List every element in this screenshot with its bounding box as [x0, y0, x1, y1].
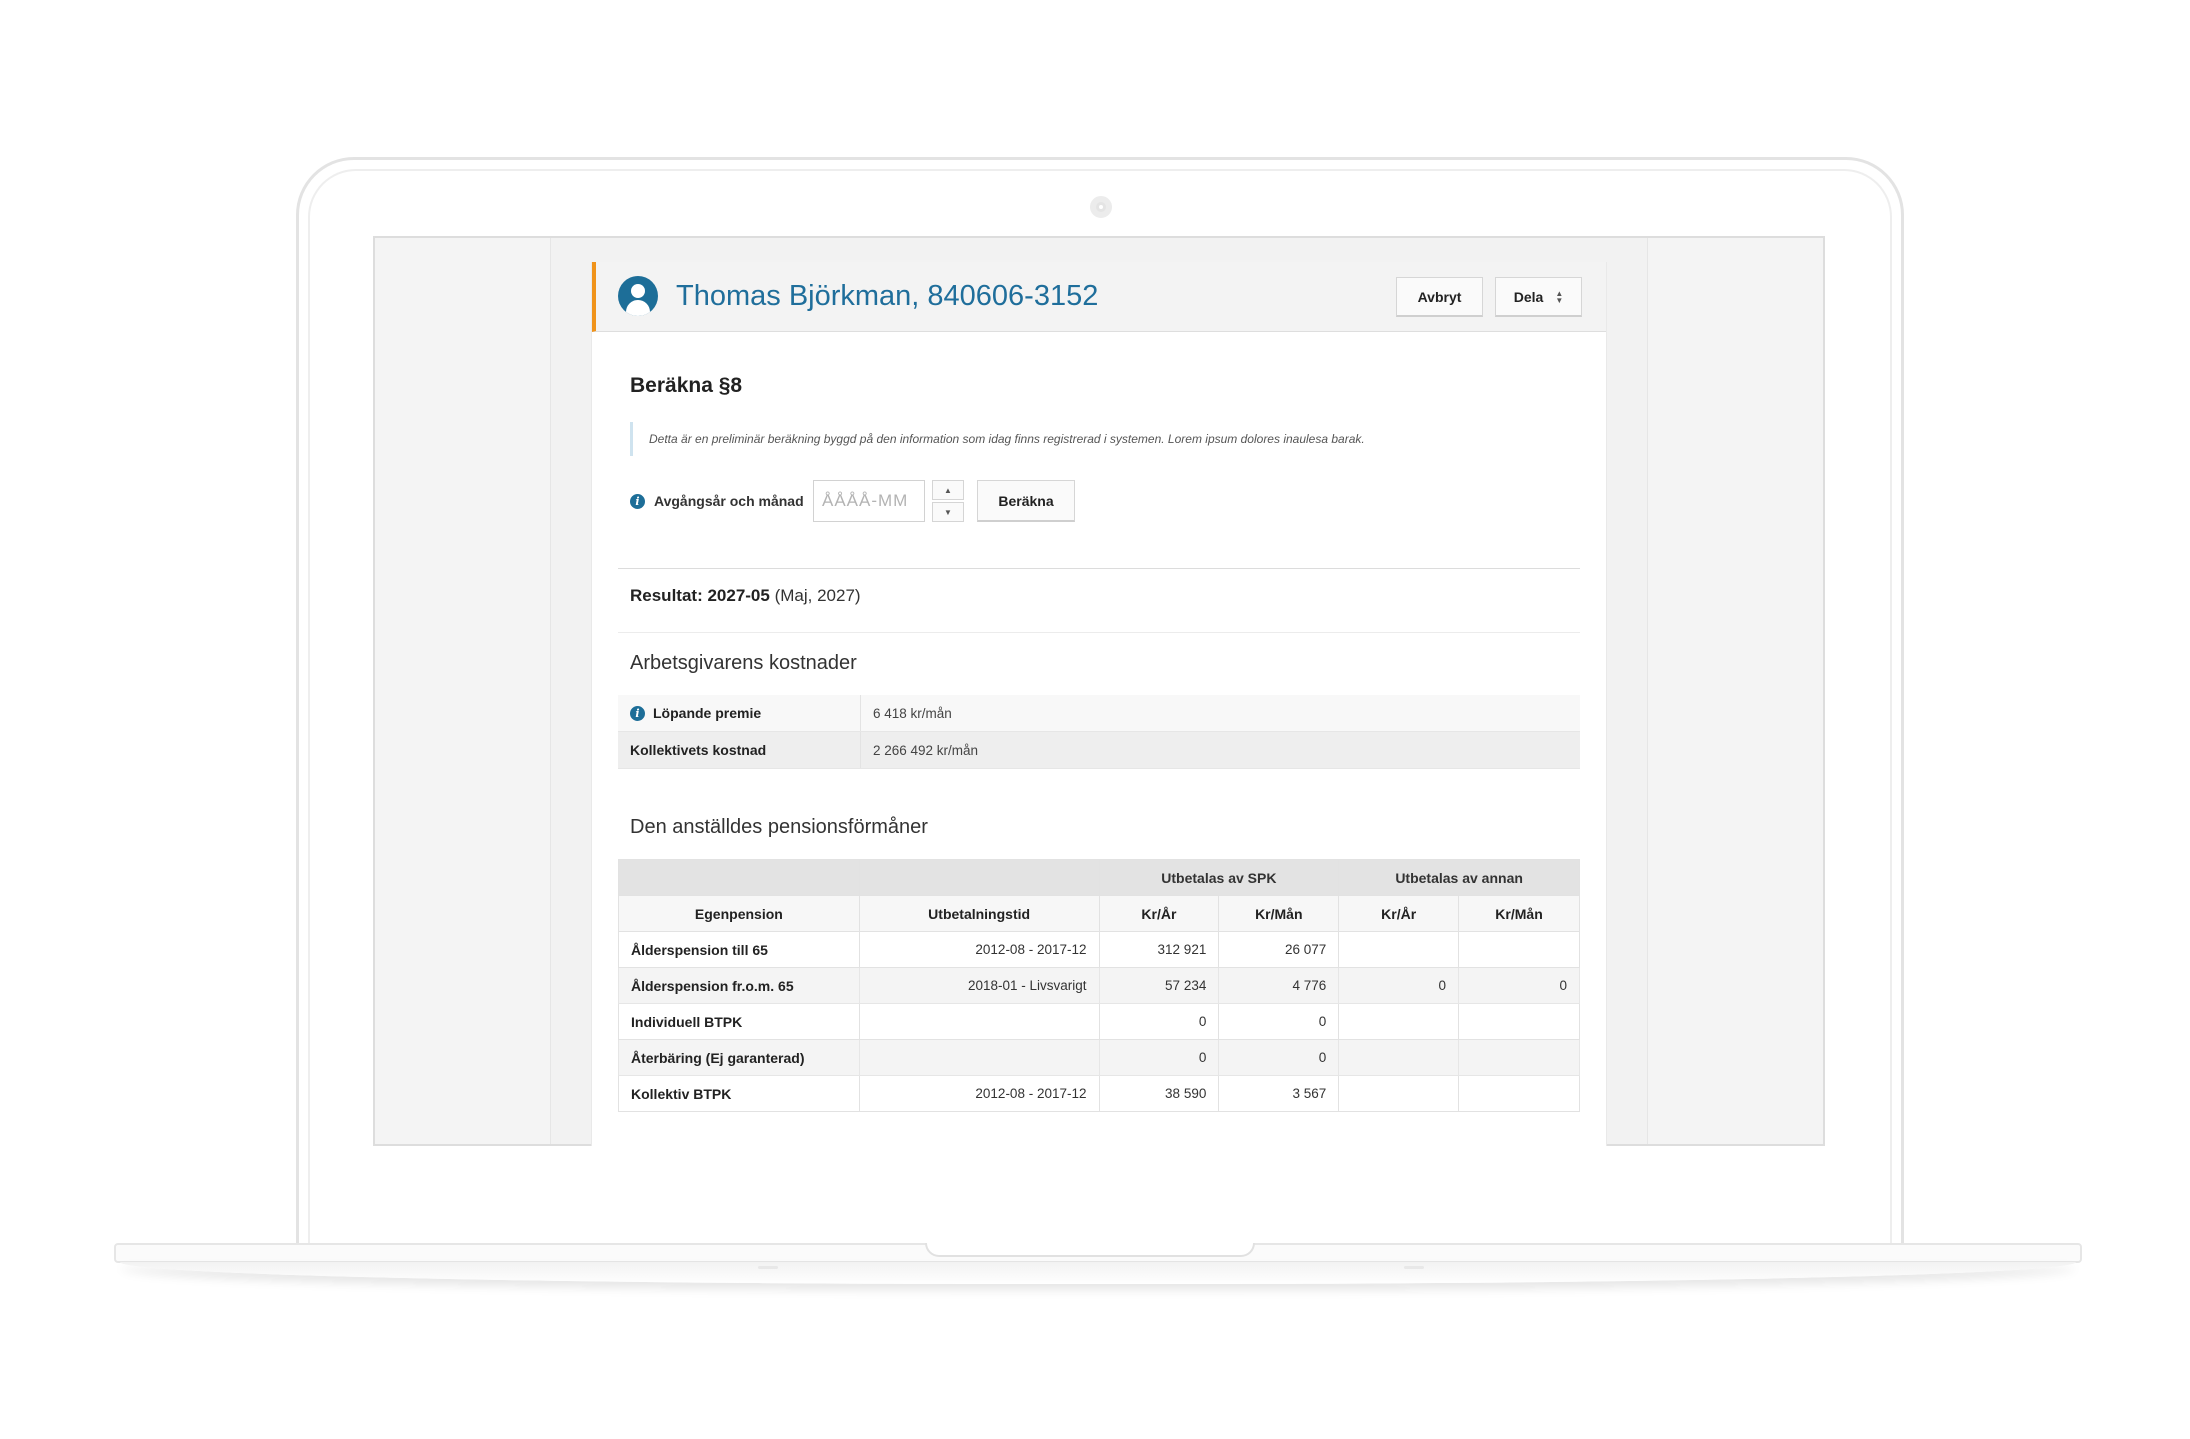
- cost-value: 2 266 492 kr/mån: [860, 731, 1580, 769]
- laptop-notch: [925, 1243, 1255, 1257]
- retirement-date-label: Avgångsår och månad: [654, 493, 804, 509]
- column-header: Kr/Mån: [1458, 895, 1580, 932]
- other-per-month: [1458, 1003, 1580, 1040]
- spk-per-month: 3 567: [1218, 1075, 1340, 1112]
- screen-side-area-left: [375, 238, 551, 1144]
- spk-per-year: 0: [1098, 1003, 1220, 1040]
- table-row: Kollektiv BTPK 2012-08 - 2017-12 38 590 …: [618, 1075, 1580, 1112]
- payout-period: 2018-01 - Livsvarigt: [858, 967, 1100, 1004]
- cost-label: Kollektivets kostnad: [618, 731, 861, 769]
- screen-side-area-right: [1647, 238, 1823, 1144]
- other-per-month: [1458, 931, 1580, 968]
- result-detail: (Maj, 2027): [774, 586, 861, 605]
- benefit-name: Individuell BTPK: [618, 1003, 860, 1040]
- person-title: Thomas Björkman, 840606-3152: [676, 280, 1099, 312]
- benefit-name: Ålderspension fr.o.m. 65: [618, 967, 860, 1004]
- calculate-button[interactable]: Beräkna: [977, 480, 1075, 522]
- table-row: Kollektivets kostnad 2 266 492 kr/mån: [618, 731, 1580, 769]
- info-icon[interactable]: i: [630, 494, 645, 509]
- cancel-button[interactable]: Avbryt: [1396, 277, 1483, 317]
- spk-per-month: 0: [1218, 1003, 1340, 1040]
- stepper-down-button[interactable]: ▼: [932, 502, 964, 522]
- benefit-name: Ålderspension till 65: [618, 931, 860, 968]
- column-header: Kr/År: [1098, 895, 1220, 932]
- other-per-month: [1458, 1075, 1580, 1112]
- column-header: Kr/År: [1338, 895, 1460, 932]
- group-header: [618, 859, 860, 896]
- other-per-year: [1338, 1003, 1460, 1040]
- employer-costs-title: Arbetsgivarens kostnader: [630, 652, 857, 674]
- laptop-foot: [1404, 1266, 1424, 1269]
- table-row: Återbäring (Ej garanterad) 0 0: [618, 1039, 1580, 1076]
- info-icon[interactable]: i: [630, 705, 645, 721]
- cost-label-cell: i Löpande premie: [618, 695, 861, 732]
- spk-per-month: 26 077: [1218, 931, 1340, 968]
- laptop-foot: [758, 1266, 778, 1269]
- result-label: Resultat: 2027-05: [630, 586, 770, 605]
- cost-label: Löpande premie: [653, 705, 762, 721]
- retirement-date-form: i Avgångsår och månad ▲ ▼ Beräkna: [630, 480, 1230, 522]
- divider: [618, 568, 1580, 569]
- laptop-base-shadow: [120, 1262, 2076, 1284]
- column-header: Kr/Mån: [1218, 895, 1340, 932]
- table-row: Ålderspension fr.o.m. 65 2018-01 - Livsv…: [618, 967, 1580, 1004]
- cost-value: 6 418 kr/mån: [860, 695, 1580, 732]
- divider: [618, 632, 1580, 633]
- spk-per-year: 0: [1098, 1039, 1220, 1076]
- select-arrows-icon: ▲ ▼: [1555, 288, 1564, 305]
- retirement-date-input[interactable]: [813, 480, 925, 522]
- group-header: [858, 859, 1100, 896]
- benefits-table: Utbetalas av SPK Utbetalas av annan Egen…: [618, 859, 1580, 1112]
- group-header-spk: Utbetalas av SPK: [1098, 859, 1340, 896]
- table-column-header: Egenpension Utbetalningstid Kr/År Kr/Mån…: [618, 895, 1580, 932]
- other-per-year: [1338, 931, 1460, 968]
- spk-per-month: 0: [1218, 1039, 1340, 1076]
- table-group-header: Utbetalas av SPK Utbetalas av annan: [618, 859, 1580, 896]
- payout-period: [858, 1039, 1100, 1076]
- spk-per-month: 4 776: [1218, 967, 1340, 1004]
- person-header: Thomas Björkman, 840606-3152 Avbryt Dela…: [592, 262, 1606, 332]
- section-title: Beräkna §8: [630, 374, 743, 397]
- group-header-other: Utbetalas av annan: [1338, 859, 1580, 896]
- benefit-name: Återbäring (Ej garanterad): [618, 1039, 860, 1076]
- payout-period: [858, 1003, 1100, 1040]
- camera-icon: [1090, 196, 1112, 218]
- column-header: Utbetalningstid: [858, 895, 1100, 932]
- spk-per-year: 312 921: [1098, 931, 1220, 968]
- employer-costs-table: i Löpande premie 6 418 kr/mån Kollektivet…: [618, 695, 1580, 769]
- share-button[interactable]: Dela ▲ ▼: [1495, 277, 1582, 317]
- other-per-month: 0: [1458, 967, 1580, 1004]
- stepper-up-button[interactable]: ▲: [932, 480, 964, 500]
- main-panel: Thomas Björkman, 840606-3152 Avbryt Dela…: [591, 262, 1607, 1146]
- benefit-name: Kollektiv BTPK: [618, 1075, 860, 1112]
- result-line: Resultat: 2027-05 (Maj, 2027): [630, 586, 861, 606]
- column-header: Egenpension: [618, 895, 860, 932]
- benefits-title: Den anställdes pensionsförmåner: [630, 816, 928, 838]
- payout-period: 2012-08 - 2017-12: [858, 931, 1100, 968]
- share-button-label: Dela: [1513, 288, 1544, 305]
- other-per-year: [1338, 1075, 1460, 1112]
- spk-per-year: 57 234: [1098, 967, 1220, 1004]
- payout-period: 2012-08 - 2017-12: [858, 1075, 1100, 1112]
- table-row: Ålderspension till 65 2012-08 - 2017-12 …: [618, 931, 1580, 968]
- disclaimer-note: Detta är en preliminär beräkning byggd p…: [630, 422, 1530, 456]
- table-row: Individuell BTPK 0 0: [618, 1003, 1580, 1040]
- other-per-year: [1338, 1039, 1460, 1076]
- spk-per-year: 38 590: [1098, 1075, 1220, 1112]
- date-stepper: ▲ ▼: [932, 480, 964, 522]
- other-per-year: 0: [1338, 967, 1460, 1004]
- table-row: i Löpande premie 6 418 kr/mån: [618, 695, 1580, 732]
- user-avatar-icon: [618, 276, 658, 316]
- other-per-month: [1458, 1039, 1580, 1076]
